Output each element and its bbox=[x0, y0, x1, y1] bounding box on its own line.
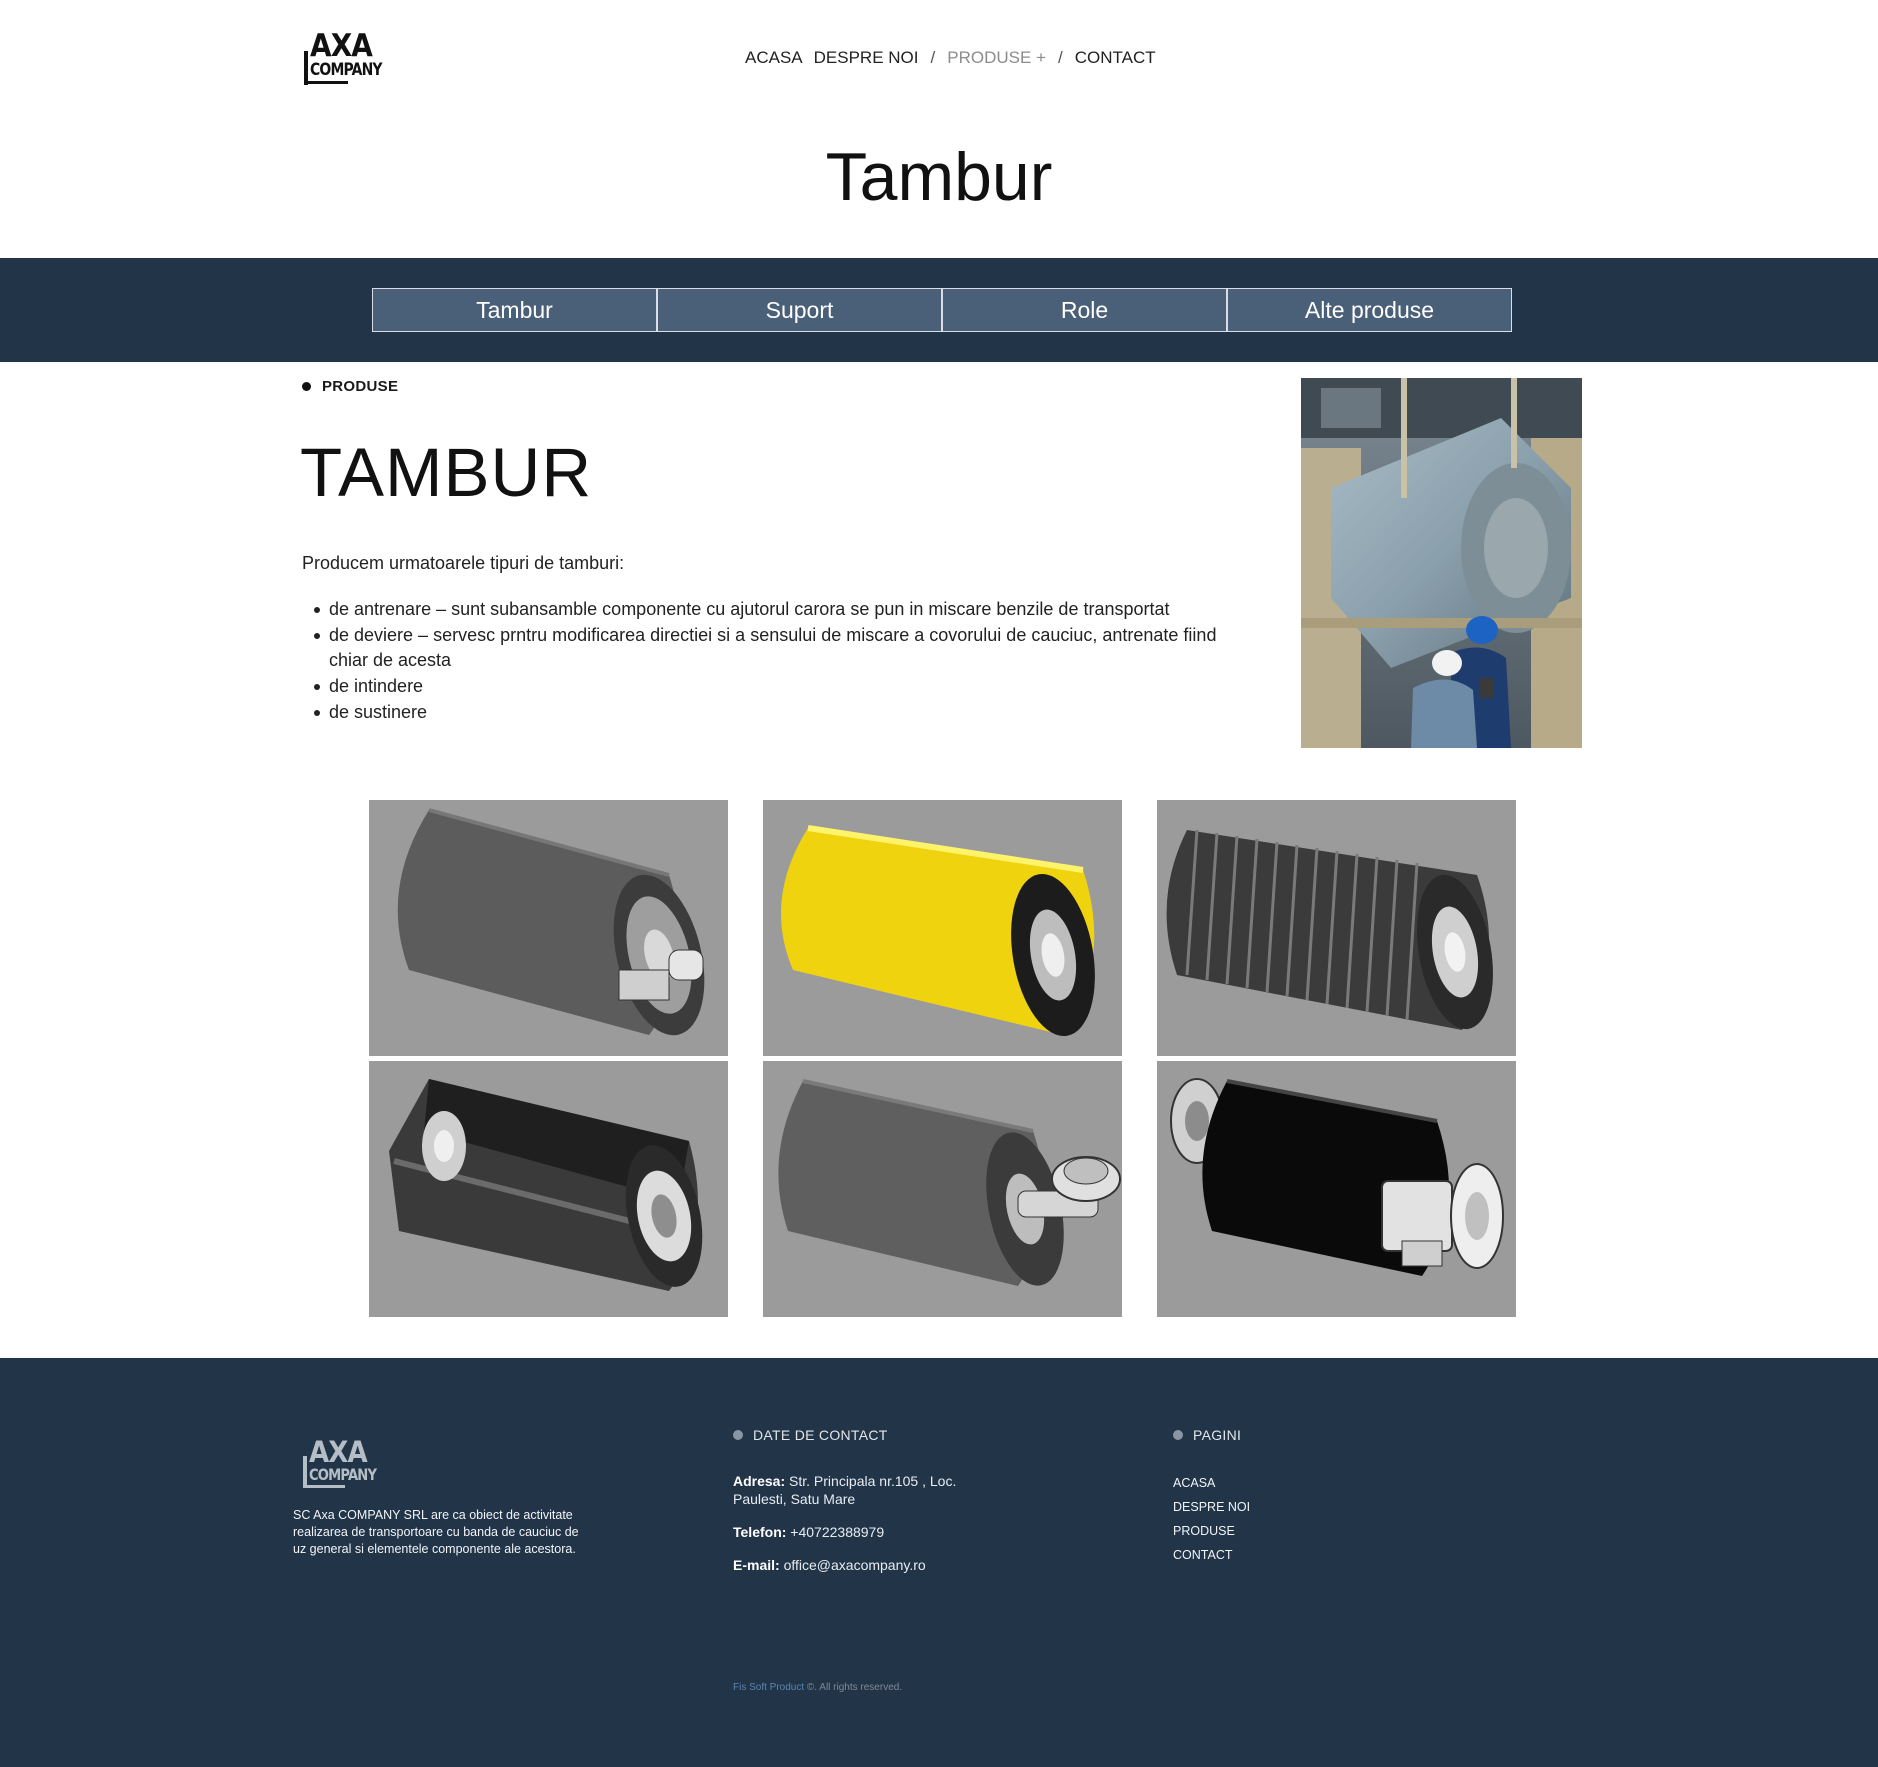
section-title: TAMBUR bbox=[300, 434, 593, 511]
main-nav: ACASA DESPRE NOI / PRODUSE + / CONTACT bbox=[745, 48, 1156, 68]
nav-separator: / bbox=[1057, 48, 1063, 67]
product-image-drum-cutaway[interactable] bbox=[369, 1061, 728, 1317]
logo-text-company: COMPANY bbox=[309, 1465, 377, 1484]
logo-text-axa: AXA bbox=[309, 1435, 368, 1469]
intro-text: Producem urmatoarele tipuri de tamburi: bbox=[302, 553, 625, 573]
list-item: de sustinere bbox=[302, 700, 1252, 725]
category-tabs: Tambur Suport Role Alte produse bbox=[372, 288, 1512, 332]
logo-text-axa: AXA bbox=[310, 28, 373, 64]
tab-tambur[interactable]: Tambur bbox=[372, 288, 657, 332]
email-value[interactable]: office@axacompany.ro bbox=[784, 1557, 926, 1573]
breadcrumb-label: PRODUSE bbox=[322, 378, 399, 395]
breadcrumb: PRODUSE bbox=[302, 378, 398, 395]
product-image-drum-yellow[interactable] bbox=[763, 800, 1122, 1056]
copyright-brand-link[interactable]: Fis Soft Product bbox=[733, 1682, 804, 1693]
product-image-drum-ribbed[interactable] bbox=[1157, 800, 1516, 1056]
nav-separator: / bbox=[930, 48, 936, 67]
contact-address: Adresa: Str. Principala nr.105 , Loc. Pa… bbox=[733, 1472, 993, 1508]
site-logo[interactable]: AXA COMPANY bbox=[304, 28, 383, 85]
pages-heading-label: PAGINI bbox=[1193, 1427, 1242, 1443]
phone-value[interactable]: +40722388979 bbox=[790, 1524, 884, 1540]
contact-heading: DATE DE CONTACT bbox=[733, 1427, 888, 1443]
phone-label: Telefon: bbox=[733, 1524, 787, 1540]
email-label: E-mail: bbox=[733, 1557, 780, 1573]
footer-link-produse[interactable]: PRODUSE bbox=[1173, 1524, 1235, 1538]
logo-text-company: COMPANY bbox=[310, 60, 383, 80]
nav-despre-noi[interactable]: DESPRE NOI bbox=[814, 48, 919, 68]
product-image-drum-gray[interactable] bbox=[369, 800, 728, 1056]
copyright: Fis Soft Product ©. All rights reserved. bbox=[733, 1682, 902, 1693]
page-title: Tambur bbox=[825, 139, 1053, 215]
drum-type-list: de antrenare – sunt subansamble componen… bbox=[302, 597, 1252, 726]
contact-heading-label: DATE DE CONTACT bbox=[753, 1427, 888, 1443]
footer-link-acasa[interactable]: ACASA bbox=[1173, 1476, 1215, 1490]
bullet-dot-icon bbox=[733, 1430, 743, 1440]
footer-about: SC Axa COMPANY SRL are ca obiect de acti… bbox=[293, 1508, 579, 1556]
logo-underline bbox=[304, 81, 348, 84]
nav-produse[interactable]: PRODUSE + bbox=[947, 48, 1046, 68]
tab-role[interactable]: Role bbox=[942, 288, 1227, 332]
bullet-dot-icon bbox=[302, 382, 311, 391]
tab-alte-produse[interactable]: Alte produse bbox=[1227, 288, 1512, 332]
address-label: Adresa: bbox=[733, 1473, 786, 1489]
hero-photo bbox=[1301, 378, 1582, 748]
footer-link-contact[interactable]: CONTACT bbox=[1173, 1548, 1233, 1562]
site-footer: AXA COMPANY SC Axa COMPANY SRL are ca ob… bbox=[0, 1358, 1878, 1767]
footer-link-despre-noi[interactable]: DESPRE NOI bbox=[1173, 1500, 1250, 1514]
logo-underline bbox=[303, 1485, 345, 1488]
copyright-text: ©. All rights reserved. bbox=[804, 1682, 903, 1693]
product-image-drum-motor[interactable] bbox=[1157, 1061, 1516, 1317]
contact-details: Adresa: Str. Principala nr.105 , Loc. Pa… bbox=[733, 1472, 993, 1589]
nav-contact[interactable]: CONTACT bbox=[1075, 48, 1156, 68]
tab-suport[interactable]: Suport bbox=[657, 288, 942, 332]
footer-page-links: ACASA DESPRE NOI PRODUSE CONTACT bbox=[1173, 1471, 1250, 1567]
list-item: de antrenare – sunt subansamble componen… bbox=[302, 597, 1252, 622]
bullet-dot-icon bbox=[1173, 1430, 1183, 1440]
nav-acasa[interactable]: ACASA bbox=[745, 48, 803, 68]
list-item: de deviere – servesc prntru modificarea … bbox=[302, 623, 1252, 673]
logo-bar bbox=[303, 1456, 307, 1488]
logo-bar bbox=[304, 51, 308, 85]
contact-phone: Telefon: +40722388979 bbox=[733, 1523, 993, 1541]
product-gallery bbox=[369, 800, 1516, 1317]
contact-email: E-mail: office@axacompany.ro bbox=[733, 1556, 993, 1574]
list-item: de intindere bbox=[302, 674, 1252, 699]
product-image-drum-shaft[interactable] bbox=[763, 1061, 1122, 1317]
pages-heading: PAGINI bbox=[1173, 1427, 1241, 1443]
footer-logo[interactable]: AXA COMPANY bbox=[303, 1435, 377, 1490]
